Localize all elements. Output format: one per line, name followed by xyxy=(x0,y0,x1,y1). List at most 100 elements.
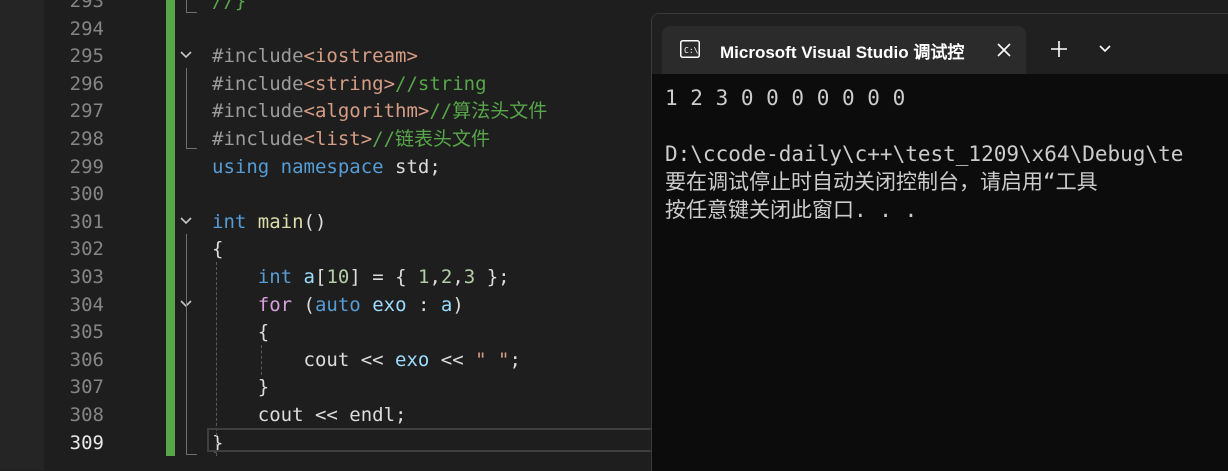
code-token: //} xyxy=(212,0,247,12)
code-token: }; xyxy=(475,266,510,288)
code-token: a xyxy=(440,293,453,316)
code-token: #include xyxy=(212,72,304,95)
line-number: 306 xyxy=(69,348,104,371)
code-token: } xyxy=(212,376,270,399)
line-number: 300 xyxy=(69,183,104,206)
code-token: namespace xyxy=(280,155,384,178)
code-text: cout << endl; xyxy=(212,402,407,430)
code-token: [ xyxy=(315,266,327,288)
code-text: { xyxy=(212,319,269,347)
line-number: 307 xyxy=(69,376,104,399)
code-token: ) xyxy=(452,293,464,316)
console-titlebar[interactable]: C:\ Microsoft Visual Studio 调试控 xyxy=(652,14,1228,74)
code-token: //链表头文件 xyxy=(372,128,491,150)
line-number: 298 xyxy=(69,128,104,150)
code-token: //算法头文件 xyxy=(429,100,548,123)
code-token: cout << xyxy=(212,348,396,371)
line-number: 308 xyxy=(69,404,104,426)
indent-guide xyxy=(216,262,217,456)
debug-console-window[interactable]: C:\ Microsoft Visual Studio 调试控 1 2 3 0 … xyxy=(651,13,1228,471)
code-text: int main() xyxy=(212,209,326,237)
console-line: 要在调试停止时自动关闭控制台，请启用“工具 xyxy=(665,170,1098,194)
current-line-highlight xyxy=(207,428,657,452)
line-number: 303 xyxy=(69,266,104,288)
code-text: cout << exo << " "; xyxy=(212,347,521,375)
code-token: , xyxy=(429,266,441,288)
code-token: 3 xyxy=(463,266,476,288)
code-token: { xyxy=(212,321,270,344)
line-number: 309 xyxy=(69,431,104,454)
main-block-guide xyxy=(186,234,197,455)
code-token: //string xyxy=(395,72,487,95)
code-token: auto xyxy=(314,293,361,316)
code-text: //} xyxy=(212,0,246,16)
code-token: 1 xyxy=(417,266,430,288)
code-token: #include xyxy=(212,128,304,150)
console-app-icon: C:\ xyxy=(680,40,700,58)
include-block-guide xyxy=(186,68,197,149)
code-token: #include xyxy=(212,100,304,123)
code-token: 10 xyxy=(326,266,350,288)
code-token: ] = { xyxy=(349,266,418,288)
console-line: D:\ccode-daily\c++\test_1209\x64\Debug\t… xyxy=(665,142,1184,166)
code-token: #include xyxy=(212,45,304,68)
code-token: " " xyxy=(475,348,510,371)
code-token: a xyxy=(303,266,315,288)
line-number: 301 xyxy=(69,210,104,233)
code-text: { xyxy=(212,236,223,264)
code-token: for xyxy=(257,293,293,316)
code-text: } xyxy=(212,374,269,402)
plus-icon[interactable] xyxy=(1048,38,1070,60)
code-token: int xyxy=(212,210,247,233)
code-token: cout << endl; xyxy=(212,404,407,426)
code-token: : xyxy=(406,293,441,316)
console-line: 1 2 3 0 0 0 0 0 0 0 xyxy=(665,86,906,110)
console-tab[interactable]: C:\ Microsoft Visual Studio 调试控 xyxy=(662,26,1026,74)
code-text: #include<algorithm>//算法头文件 xyxy=(212,98,547,126)
console-output[interactable]: 1 2 3 0 0 0 0 0 0 0 D:\ccode-daily\c++\t… xyxy=(652,74,1228,471)
code-text: #include<list>//链表头文件 xyxy=(212,126,490,154)
code-token: () xyxy=(303,210,327,233)
line-number: 296 xyxy=(69,72,104,95)
code-token: <algorithm> xyxy=(303,100,430,123)
code-token: <list> xyxy=(303,128,373,150)
code-token: << xyxy=(429,348,476,371)
code-token: ( xyxy=(292,293,315,316)
line-number: 304 xyxy=(69,293,104,316)
line-number: 297 xyxy=(69,100,104,123)
line-number: 294 xyxy=(69,17,104,40)
code-token: , xyxy=(452,266,464,288)
console-line: 按任意键关闭此窗口. . . xyxy=(665,198,918,222)
include-block-guide xyxy=(186,0,197,13)
svg-text:C:\: C:\ xyxy=(684,46,699,55)
code-token: using xyxy=(212,155,270,178)
code-token: ; xyxy=(509,348,521,371)
code-token: exo xyxy=(372,293,407,316)
chevron-down-icon[interactable] xyxy=(1096,40,1114,58)
code-text: using namespace std; xyxy=(212,154,441,182)
code-text: for (auto exo : a) xyxy=(212,292,464,320)
code-text: int a[10] = { 1,2,3 }; xyxy=(212,264,510,292)
code-text: #include<string>//string xyxy=(212,71,487,99)
line-number: 302 xyxy=(69,238,104,261)
code-token: <iostream> xyxy=(303,45,418,68)
code-token: int xyxy=(257,266,293,288)
fold-chevron-icon[interactable] xyxy=(180,216,192,226)
fold-chevron-icon[interactable] xyxy=(180,50,192,60)
code-text: #include<iostream> xyxy=(212,43,418,71)
code-token: exo xyxy=(395,348,430,371)
console-tab-title: Microsoft Visual Studio 调试控 xyxy=(720,43,965,62)
code-token: { xyxy=(212,238,224,261)
code-token: 2 xyxy=(440,266,453,288)
line-number: 305 xyxy=(69,321,104,344)
code-token: main xyxy=(257,210,304,233)
indent-guide xyxy=(261,345,262,375)
close-icon[interactable] xyxy=(994,40,1014,60)
line-number: 293 xyxy=(69,0,104,12)
